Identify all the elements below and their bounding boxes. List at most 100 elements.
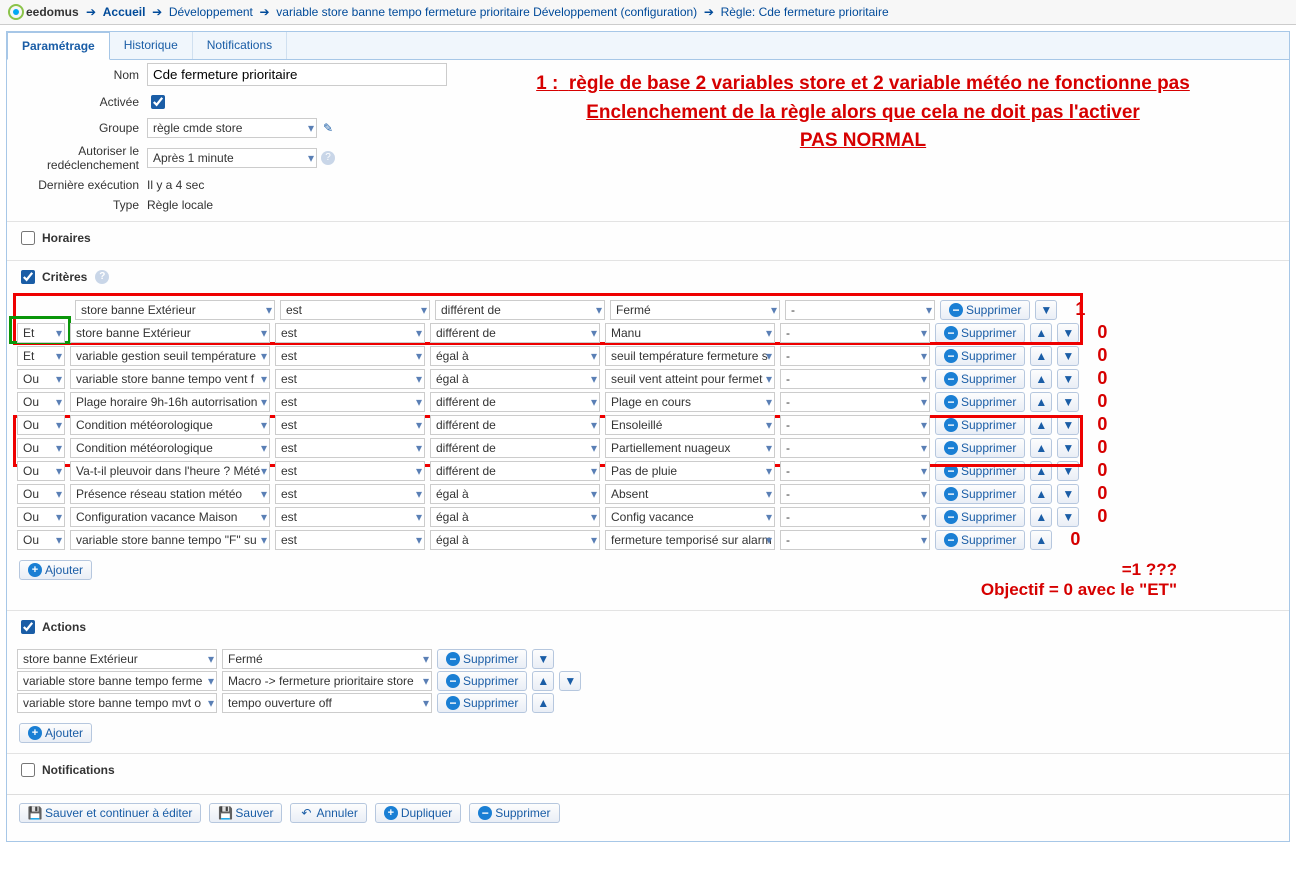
move-down-button[interactable]: ▼: [1057, 461, 1079, 481]
tab-notifications[interactable]: Notifications: [193, 32, 287, 59]
move-up-button[interactable]: ▲: [1030, 392, 1052, 412]
select-extra[interactable]: -▾: [780, 484, 930, 504]
supprimer-button[interactable]: −Supprimer: [437, 693, 527, 713]
select-extra[interactable]: -▾: [780, 369, 930, 389]
select-device[interactable]: Va-t-il pleuvoir dans l'heure ? Mété▾: [70, 461, 270, 481]
select-action-device[interactable]: store banne Extérieur▾: [17, 649, 217, 669]
save-continue-button[interactable]: Sauver et continuer à éditer: [19, 803, 201, 823]
select-extra[interactable]: -▾: [780, 346, 930, 366]
move-down-button[interactable]: ▼: [1057, 369, 1079, 389]
checkbox-actions[interactable]: [21, 620, 35, 634]
select-action-device[interactable]: variable store banne tempo ferme▾: [17, 671, 217, 691]
select-value[interactable]: Absent▾: [605, 484, 775, 504]
select-comparator[interactable]: différent de▾: [430, 438, 600, 458]
supprimer-button[interactable]: −Supprimer: [935, 484, 1025, 504]
select-value[interactable]: Fermé▾: [610, 300, 780, 320]
select-state[interactable]: est▾: [275, 346, 425, 366]
supprimer-button[interactable]: −Supprimer: [935, 438, 1025, 458]
checkbox-horaires[interactable]: [21, 231, 35, 245]
select-state[interactable]: est▾: [280, 300, 430, 320]
checkbox-criteres[interactable]: [21, 270, 35, 284]
supprimer-button[interactable]: −Supprimer: [935, 530, 1025, 550]
supprimer-button[interactable]: −Supprimer: [935, 346, 1025, 366]
select-action-value[interactable]: Fermé▾: [222, 649, 432, 669]
select-comparator[interactable]: différent de▾: [430, 461, 600, 481]
select-extra[interactable]: -▾: [780, 323, 930, 343]
select-value[interactable]: fermeture temporisé sur alarm▾: [605, 530, 775, 550]
supprimer-button[interactable]: −Supprimer: [935, 323, 1025, 343]
select-extra[interactable]: -▾: [780, 438, 930, 458]
select-operator[interactable]: Ou▾: [17, 415, 65, 435]
move-down-button[interactable]: ▼: [1057, 415, 1079, 435]
move-up-button[interactable]: ▲: [1030, 323, 1052, 343]
select-device[interactable]: Présence réseau station météo▾: [70, 484, 270, 504]
move-down-button[interactable]: ▼: [1057, 346, 1079, 366]
select-comparator[interactable]: égal à▾: [430, 530, 600, 550]
supprimer-button[interactable]: −Supprimer: [940, 300, 1030, 320]
supprimer-button[interactable]: −Supprimer: [935, 415, 1025, 435]
select-state[interactable]: est▾: [275, 507, 425, 527]
tab-historique[interactable]: Historique: [110, 32, 193, 59]
supprimer-button[interactable]: −Supprimer: [935, 369, 1025, 389]
move-up-button[interactable]: ▲: [532, 671, 554, 691]
tab-parametrage[interactable]: Paramétrage: [7, 32, 110, 60]
supprimer-button[interactable]: −Supprimer: [437, 649, 527, 669]
select-comparator[interactable]: différent de▾: [430, 392, 600, 412]
select-extra[interactable]: -▾: [780, 507, 930, 527]
select-comparator[interactable]: différent de▾: [435, 300, 605, 320]
select-comparator[interactable]: différent de▾: [430, 415, 600, 435]
duplicate-button[interactable]: +Dupliquer: [375, 803, 461, 823]
move-up-button[interactable]: ▲: [1030, 369, 1052, 389]
select-extra[interactable]: -▾: [785, 300, 935, 320]
supprimer-button[interactable]: −Supprimer: [935, 392, 1025, 412]
save-button[interactable]: Sauver: [209, 803, 282, 823]
move-down-button[interactable]: ▼: [1057, 392, 1079, 412]
move-down-button[interactable]: ▼: [1057, 484, 1079, 504]
select-state[interactable]: est▾: [275, 415, 425, 435]
select-comparator[interactable]: égal à▾: [430, 369, 600, 389]
select-action-value[interactable]: Macro -> fermeture prioritaire store▾: [222, 671, 432, 691]
move-down-button[interactable]: ▼: [1057, 323, 1079, 343]
select-state[interactable]: est▾: [275, 530, 425, 550]
select-operator[interactable]: Ou▾: [17, 484, 65, 504]
select-state[interactable]: est▾: [275, 461, 425, 481]
move-up-button[interactable]: ▲: [1030, 461, 1052, 481]
input-nom[interactable]: [147, 63, 447, 86]
move-down-button[interactable]: ▼: [559, 671, 581, 691]
select-device[interactable]: store banne Extérieur▾: [70, 323, 270, 343]
select-value[interactable]: Pas de pluie▾: [605, 461, 775, 481]
select-value[interactable]: Plage en cours▾: [605, 392, 775, 412]
select-value[interactable]: Config vacance▾: [605, 507, 775, 527]
select-value[interactable]: Manu▾: [605, 323, 775, 343]
select-device[interactable]: variable store banne tempo vent f▾: [70, 369, 270, 389]
select-state[interactable]: est▾: [275, 323, 425, 343]
select-comparator[interactable]: égal à▾: [430, 484, 600, 504]
select-value[interactable]: seuil température fermeture s▾: [605, 346, 775, 366]
select-operator[interactable]: Ou▾: [17, 369, 65, 389]
select-device[interactable]: store banne Extérieur▾: [75, 300, 275, 320]
select-comparator[interactable]: différent de▾: [430, 323, 600, 343]
supprimer-button[interactable]: −Supprimer: [437, 671, 527, 691]
move-down-button[interactable]: ▼: [532, 649, 554, 669]
select-value[interactable]: Ensoleillé▾: [605, 415, 775, 435]
select-extra[interactable]: -▾: [780, 392, 930, 412]
select-comparator[interactable]: égal à▾: [430, 507, 600, 527]
ajouter-action-button[interactable]: +Ajouter: [19, 723, 92, 743]
move-down-button[interactable]: ▼: [1035, 300, 1057, 320]
breadcrumb-item[interactable]: variable store banne tempo fermeture pri…: [276, 5, 697, 19]
breadcrumb-item[interactable]: Accueil: [103, 5, 146, 19]
checkbox-notifications[interactable]: [21, 763, 35, 777]
cancel-button[interactable]: Annuler: [290, 803, 366, 823]
move-up-button[interactable]: ▲: [1030, 507, 1052, 527]
select-operator[interactable]: Ou▾: [17, 438, 65, 458]
move-up-button[interactable]: ▲: [1030, 438, 1052, 458]
select-action-value[interactable]: tempo ouverture off▾: [222, 693, 432, 713]
select-device[interactable]: variable store banne tempo "F" su▾: [70, 530, 270, 550]
select-operator[interactable]: Ou▾: [17, 530, 65, 550]
select-state[interactable]: est▾: [275, 369, 425, 389]
select-extra[interactable]: -▾: [780, 461, 930, 481]
select-value[interactable]: Partiellement nuageux▾: [605, 438, 775, 458]
move-up-button[interactable]: ▲: [532, 693, 554, 713]
select-device[interactable]: Configuration vacance Maison▾: [70, 507, 270, 527]
move-up-button[interactable]: ▲: [1030, 530, 1052, 550]
